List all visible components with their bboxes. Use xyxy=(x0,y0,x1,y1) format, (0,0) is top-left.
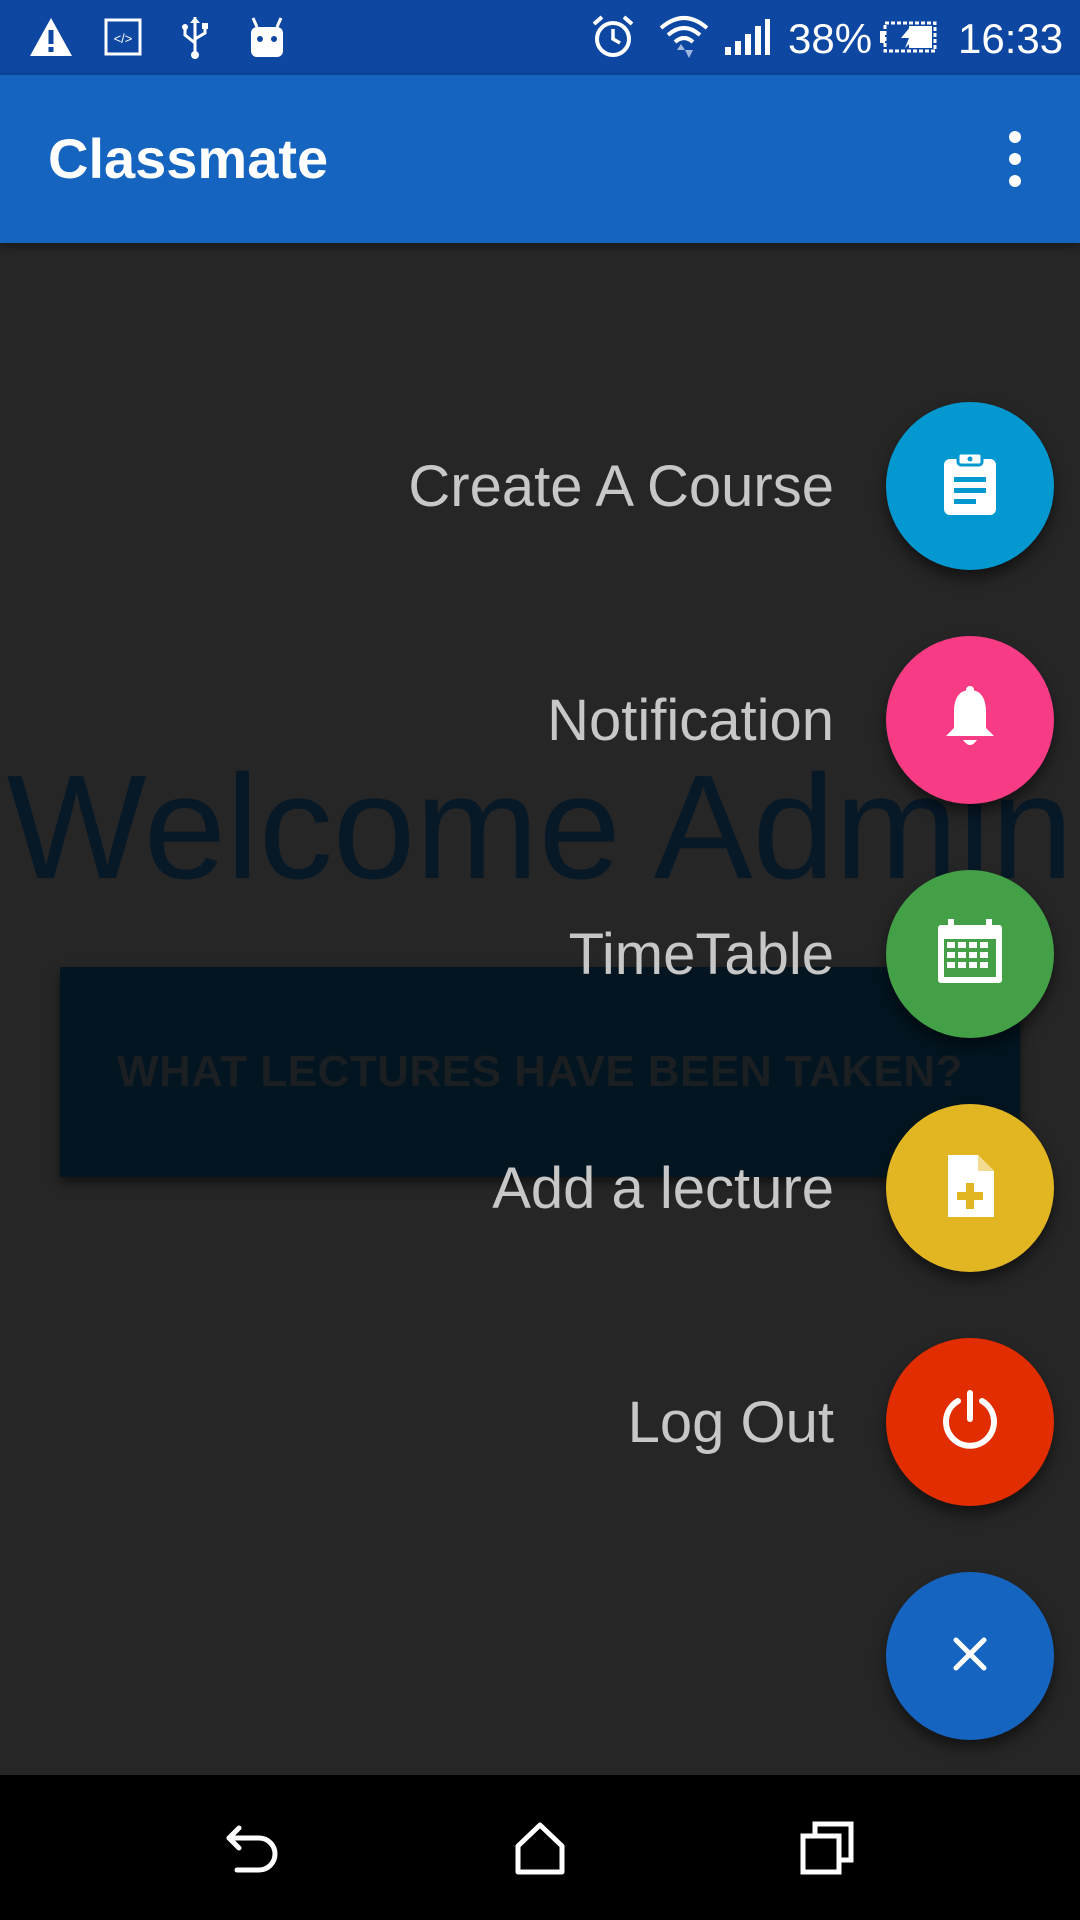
recents-icon xyxy=(799,1820,855,1881)
create-course-fab[interactable] xyxy=(886,402,1054,570)
svg-text:</>: </> xyxy=(114,31,133,46)
fab-item-add-lecture[interactable]: Add a lecture xyxy=(492,1104,1054,1272)
clipboard-icon xyxy=(940,451,1000,522)
fab-label: Log Out xyxy=(627,1389,834,1455)
notification-fab[interactable] xyxy=(886,636,1054,804)
usb-icon xyxy=(172,12,218,62)
overflow-menu-button[interactable] xyxy=(980,119,1050,199)
screen: </> 38% 16:33 Classmate Welcome Admin WH… xyxy=(0,0,1080,1920)
status-bar: </> 38% 16:33 xyxy=(0,0,1080,75)
app-title: Classmate xyxy=(48,127,329,190)
fab-item-timetable[interactable]: TimeTable xyxy=(569,870,1054,1038)
fab-label: Add a lecture xyxy=(492,1155,834,1221)
fab-label: Notification xyxy=(547,687,834,753)
fab-main-row xyxy=(886,1572,1054,1740)
warning-icon xyxy=(26,12,76,62)
add-lecture-fab[interactable] xyxy=(886,1104,1054,1272)
navigation-bar xyxy=(0,1775,1080,1920)
timetable-fab[interactable] xyxy=(886,870,1054,1038)
home-button[interactable] xyxy=(495,1805,585,1895)
fab-label: Create A Course xyxy=(408,453,834,519)
add-file-icon xyxy=(944,1153,996,1224)
back-icon xyxy=(223,1820,283,1881)
back-button[interactable] xyxy=(208,1805,298,1895)
fab-item-notification[interactable]: Notification xyxy=(547,636,1054,804)
signal-icon xyxy=(722,12,772,62)
fab-item-create-course[interactable]: Create A Course xyxy=(408,402,1054,570)
more-vert-icon-dot xyxy=(1009,175,1021,187)
battery-percent: 38% xyxy=(788,15,873,62)
home-icon xyxy=(512,1820,568,1881)
bell-icon xyxy=(942,685,998,755)
battery-charging-icon xyxy=(878,12,940,62)
fab-item-logout[interactable]: Log Out xyxy=(628,1338,1054,1506)
android-icon xyxy=(244,12,290,62)
clock: 16:33 xyxy=(958,15,1064,62)
app-bar: Classmate xyxy=(0,75,1080,243)
more-vert-icon xyxy=(1009,131,1021,143)
developer-mode-icon: </> xyxy=(100,12,146,62)
power-icon xyxy=(939,1389,1001,1456)
recents-button[interactable] xyxy=(782,1805,872,1895)
wifi-icon xyxy=(656,12,712,62)
close-menu-fab[interactable] xyxy=(886,1572,1054,1740)
more-vert-icon-dot xyxy=(1009,153,1021,165)
lectures-taken-label: WHAT LECTURES HAVE BEEN TAKEN? xyxy=(116,1047,964,1096)
fab-label: TimeTable xyxy=(568,921,834,987)
calendar-icon xyxy=(935,917,1005,992)
close-icon xyxy=(950,1634,990,1679)
alarm-icon xyxy=(588,12,638,62)
logout-fab[interactable] xyxy=(886,1338,1054,1506)
